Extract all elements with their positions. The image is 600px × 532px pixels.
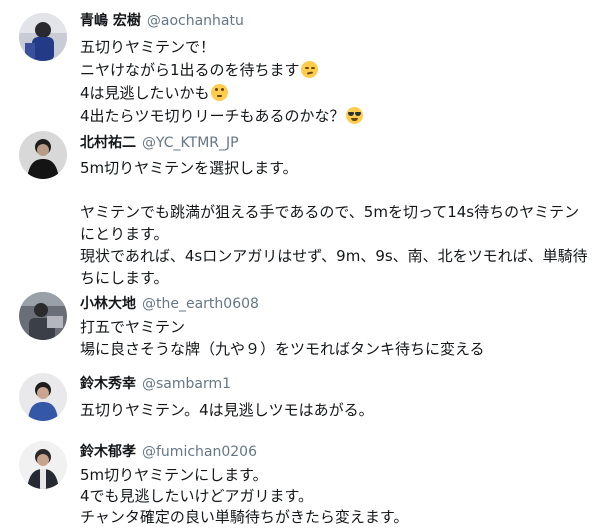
tweet-line: ニヤけながら1出るのを待ちます	[80, 61, 300, 79]
user-name[interactable]: 青嶋 宏樹	[80, 13, 141, 29]
smirking-face-icon	[300, 61, 318, 78]
tweet-text: 五切りヤミテン。4は見逃しツモはあがる。	[80, 399, 590, 421]
avatar[interactable]	[19, 292, 67, 340]
tweet-line: 現状であれば、4sロンアガリはせず、9m、9s、南、北をツモれば、単騎待	[80, 247, 588, 265]
tweet-line: ちにします。	[80, 269, 169, 287]
tweet-text: 5m切りヤミテンを選択します。 ヤミテンでも跳満が狙える手であるので、5mを切っ…	[80, 157, 590, 289]
tweet-yc-ktmr-jp[interactable]: 北村祐二 @YC_KTMR_JP 5m切りヤミテンを選択します。 ヤミテンでも跳満…	[0, 130, 600, 290]
tweet-line: ヤミテンでも跳満が狙える手であるので、5mを切って14s待ちのヤミテン	[80, 203, 580, 221]
tweet-fumichan0206[interactable]: 鈴木郁孝 @fumichan0206 5m切りヤミテンにします。 4でも見逃したい…	[0, 435, 600, 532]
face-with-rolling-eyes-icon	[210, 84, 228, 101]
tweet-text: 打五でヤミテン 場に良さそうな牌（九や９）をツモればタンキ待ちに変える	[80, 316, 590, 360]
avatar[interactable]	[19, 13, 67, 61]
user-name[interactable]: 鈴木秀幸	[80, 376, 136, 392]
user-handle[interactable]: @sambarm1	[142, 376, 231, 392]
tweet-text: 5m切りヤミテンにします。 4でも見逃したいけどアガリます。 チャンタ確定の良い…	[80, 465, 590, 528]
user-name[interactable]: 小林大地	[80, 296, 136, 312]
tweet-line: 4は見逃したいかも	[80, 84, 210, 102]
tweet-aochanhatu[interactable]: 青嶋 宏樹 @aochanhatu 五切りヤミテンで！ ニヤけながら1出るのを待ち…	[0, 0, 600, 130]
tweet-line: 五切りヤミテンで！	[80, 38, 216, 56]
smiling-face-with-sunglasses-icon	[345, 107, 363, 124]
avatar[interactable]	[19, 131, 67, 179]
user-name[interactable]: 北村祐二	[80, 135, 136, 151]
user-handle[interactable]: @the_earth0608	[142, 296, 259, 312]
avatar[interactable]	[19, 373, 67, 421]
user-name[interactable]: 鈴木郁孝	[80, 444, 136, 460]
user-handle[interactable]: @aochanhatu	[147, 13, 244, 29]
tweet-line: 4出たらツモ切りリーチもあるのかな？	[80, 107, 345, 125]
tweet-line: 打五でヤミテン	[80, 318, 186, 336]
tweet-line: 5m切りヤミテンにします。	[80, 466, 268, 484]
tweet-line: チャンタ確定の良い単騎待ちがきたら変えます。	[80, 508, 409, 526]
user-handle[interactable]: @YC_KTMR_JP	[142, 135, 239, 151]
avatar[interactable]	[19, 441, 67, 489]
tweet-line: 5m切りヤミテンを選択します。	[80, 159, 298, 177]
tweet-sambarm1[interactable]: 鈴木秀幸 @sambarm1 五切りヤミテン。4は見逃しツモはあがる。	[0, 370, 600, 435]
user-handle[interactable]: @fumichan0206	[142, 444, 257, 460]
tweet-the-earth0608[interactable]: 小林大地 @the_earth0608 打五でヤミテン 場に良さそうな牌（九や９）…	[0, 290, 600, 370]
tweet-line: 場に良さそうな牌（九や９）をツモればタンキ待ちに変える	[80, 340, 485, 358]
tweet-line: にとります。	[80, 225, 169, 243]
tweet-line: 五切りヤミテン。4は見逃しツモはあがる。	[80, 401, 374, 419]
tweet-text: 五切りヤミテンで！ ニヤけながら1出るのを待ちます 4は見逃したいかも 4出たら…	[80, 36, 590, 128]
tweet-line: 4でも見逃したいけどアガリます。	[80, 487, 314, 505]
